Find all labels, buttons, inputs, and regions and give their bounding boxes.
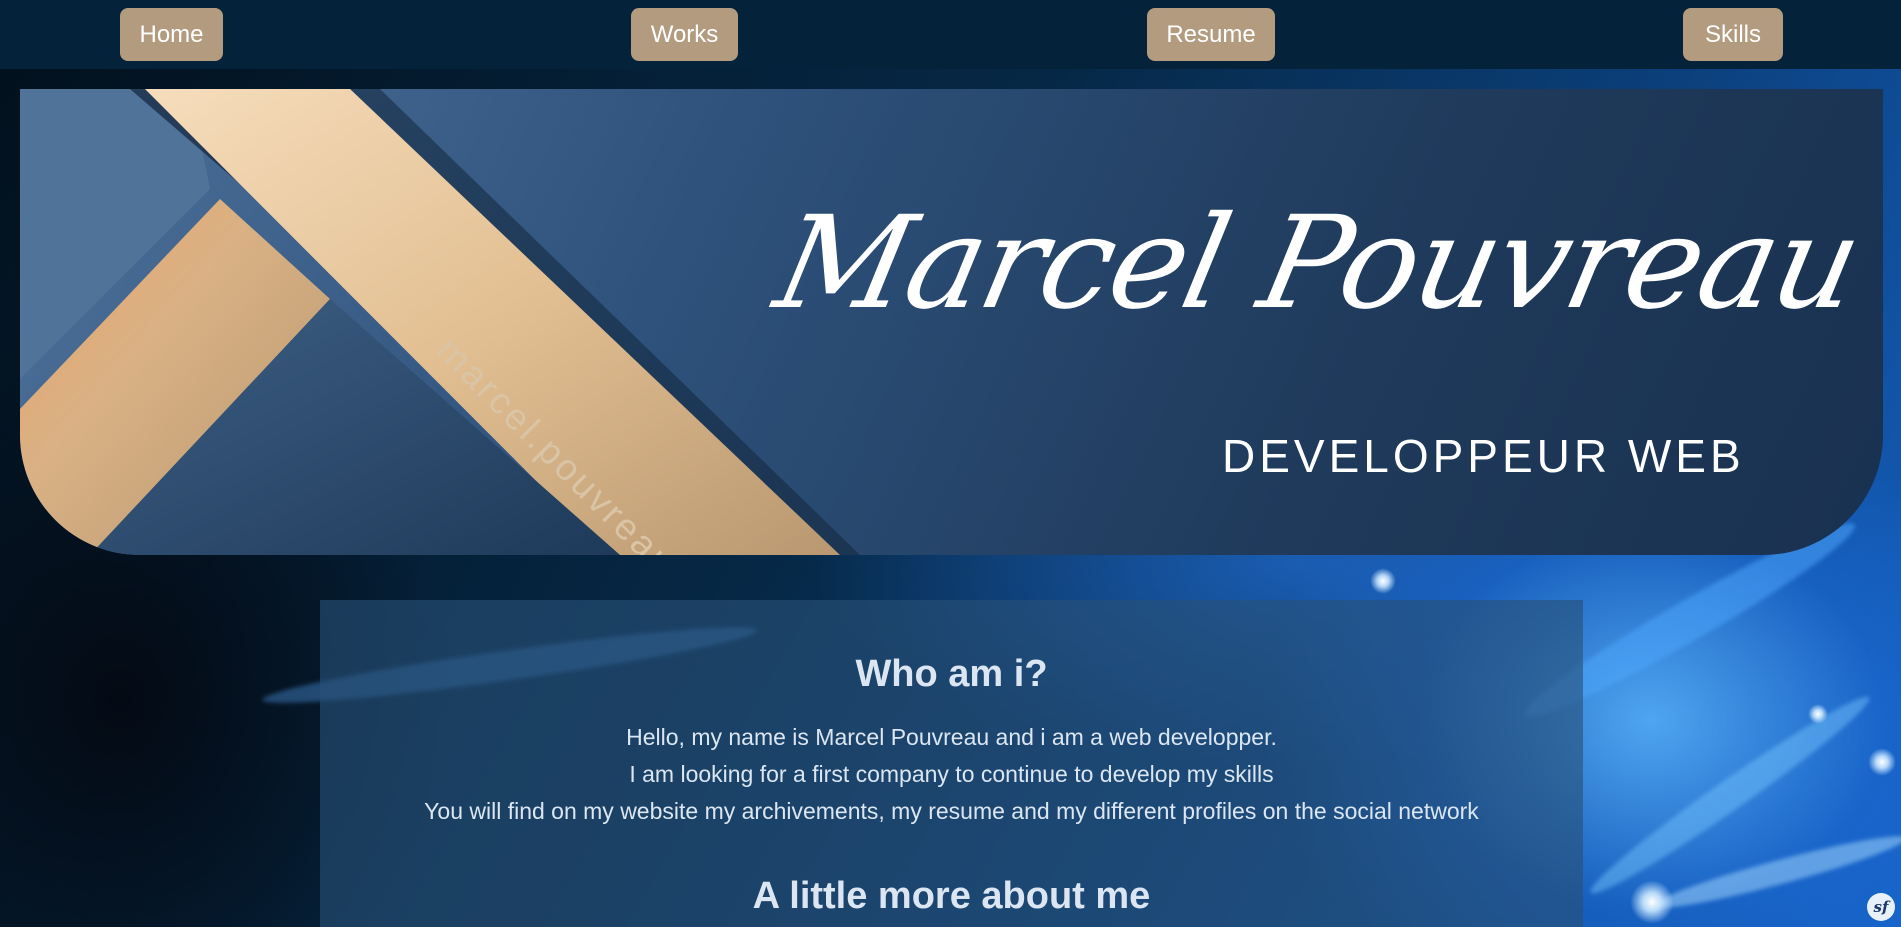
banner-subtitle: DEVELOPPEUR WEB bbox=[1222, 430, 1745, 482]
about-panel: Who am i? Hello, my name is Marcel Pouvr… bbox=[320, 600, 1583, 927]
nav-skills-button[interactable]: Skills bbox=[1683, 8, 1783, 61]
background-streak bbox=[1582, 685, 1878, 905]
nav-works-button[interactable]: Works bbox=[631, 8, 738, 61]
symfony-icon[interactable]: sf bbox=[1867, 893, 1895, 921]
sparkle bbox=[1630, 880, 1674, 924]
nav-home-button[interactable]: Home bbox=[120, 8, 223, 61]
sparkle bbox=[1370, 568, 1396, 594]
top-nav: Home Works Resume Skills bbox=[0, 0, 1901, 69]
about-intro: Hello, my name is Marcel Pouvreau and i … bbox=[320, 719, 1583, 830]
nav-resume-button[interactable]: Resume bbox=[1147, 8, 1275, 61]
about-line: I am looking for a first company to cont… bbox=[629, 761, 1274, 787]
about-title: Who am i? bbox=[855, 653, 1048, 695]
about-line: Hello, my name is Marcel Pouvreau and i … bbox=[626, 724, 1277, 750]
sparkle bbox=[1868, 748, 1896, 776]
more-about-title: A little more about me bbox=[752, 875, 1151, 917]
about-line: You will find on my website my archiveme… bbox=[424, 798, 1479, 824]
banner-signature-name: Marcel Pouvreau bbox=[764, 189, 1872, 338]
sparkle bbox=[1808, 704, 1828, 724]
header-banner: marcel.pouvreau@gmail.com Marcel Pouvrea… bbox=[20, 89, 1883, 555]
